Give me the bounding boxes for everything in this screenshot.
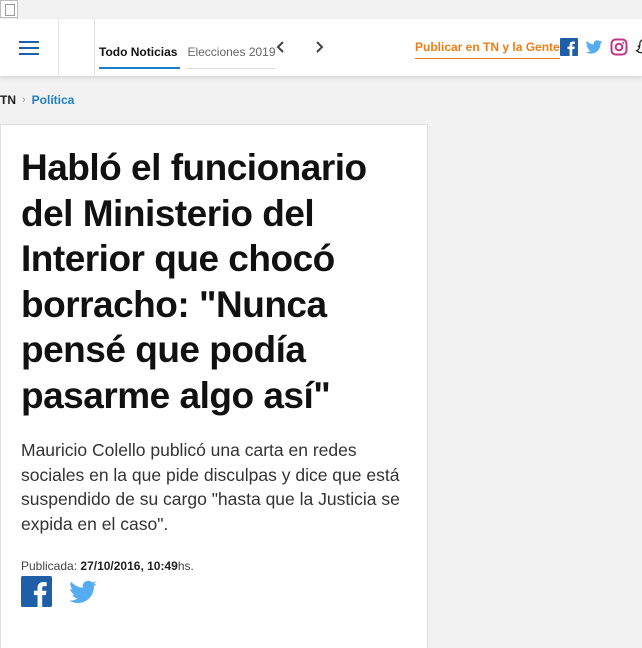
article-card: Habló el funcionario del Ministerio del … (0, 124, 428, 648)
top-header: Todo Noticias Elecciones 2019 Publicar e… (0, 19, 642, 76)
nav-tabs: Todo Noticias Elecciones 2019 (99, 19, 276, 76)
share-twitter-button[interactable] (66, 577, 100, 607)
chevron-right-icon (316, 41, 324, 53)
tabs-prev-button[interactable] (274, 40, 288, 54)
article-headline: Habló el funcionario del Ministerio del … (21, 147, 367, 416)
twitter-icon (69, 580, 97, 603)
facebook-icon (21, 576, 52, 607)
breadcrumb-home-link[interactable]: TN (0, 93, 16, 107)
publish-label: Publicada: (21, 559, 78, 573)
publish-suffix: hs. (177, 559, 194, 573)
facebook-icon (560, 38, 578, 56)
tabs-next-button[interactable] (312, 40, 326, 54)
share-bar (21, 576, 100, 607)
snapchat-link[interactable] (635, 38, 642, 56)
publicar-link[interactable]: Publicar en TN y la Gente (415, 40, 560, 59)
breadcrumb: TN › Política (0, 93, 74, 107)
twitter-link[interactable] (585, 38, 603, 56)
twitter-icon (585, 40, 603, 54)
snapchat-icon (635, 39, 642, 54)
publish-datetime: 27/10/2016, 10:49 (80, 559, 178, 573)
facebook-link[interactable] (560, 38, 578, 56)
share-facebook-button[interactable] (21, 576, 52, 607)
chevron-left-icon (276, 41, 284, 53)
tab-todo-noticias[interactable]: Todo Noticias (99, 19, 181, 69)
tab-elecciones-2019[interactable]: Elecciones 2019 (187, 19, 276, 69)
hamburger-icon (19, 40, 39, 55)
header-social-links (560, 38, 642, 56)
menu-button[interactable] (0, 19, 59, 76)
article-summary: Mauricio Colello publicó una carta en re… (21, 440, 400, 534)
chevron-right-icon: › (22, 94, 26, 106)
breadcrumb-section-link[interactable]: Política (32, 93, 75, 107)
header-divider (59, 19, 95, 76)
instagram-icon (610, 38, 628, 56)
instagram-link[interactable] (610, 38, 628, 56)
broken-image-icon (0, 0, 18, 18)
publish-info: Publicada: 27/10/2016, 10:49hs. (21, 559, 194, 573)
